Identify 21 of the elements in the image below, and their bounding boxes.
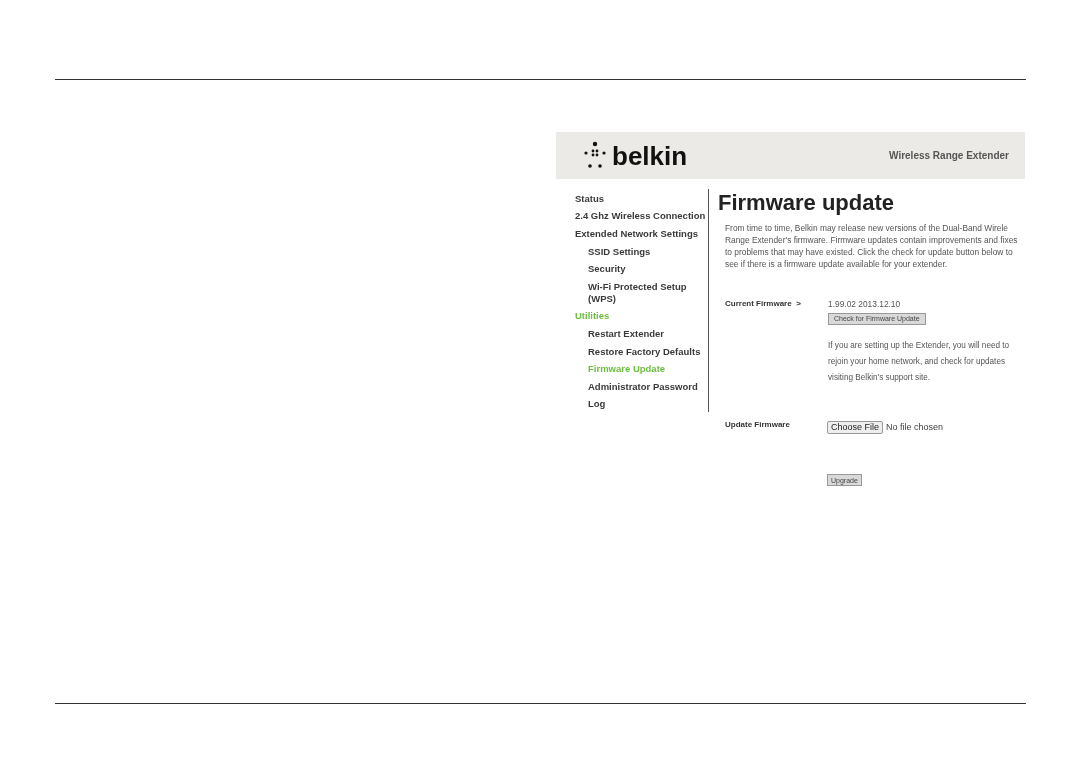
firmware-version: 1.99.02 2013.12.10 — [828, 298, 902, 311]
nav-link[interactable]: Wi-Fi Protected Setup (WPS) — [575, 277, 708, 308]
product-name: Wireless Range Extender — [889, 149, 1009, 163]
intro-text: From time to time, Belkin may release new versions of the Dual-Band Wirele Range Extender's firmware. Firmware updates contain improvements and fixes to problems that may have existed. Click the check for update button below to see if there is a firmware update available for your extender. — [725, 222, 1019, 270]
nav-link[interactable]: SSID Settings — [575, 242, 708, 261]
logo-dots-icon — [584, 140, 606, 171]
current-firmware-label: Current Firmware > — [725, 298, 802, 310]
nav-link[interactable]: 2.4 Ghz Wireless Connection — [575, 207, 708, 226]
nav-link[interactable]: Security — [575, 260, 708, 278]
choose-file-button[interactable]: Choose File — [827, 420, 884, 434]
logo-wordmark: belkin — [612, 142, 688, 169]
nav-link[interactable]: Administrator Password — [575, 377, 708, 396]
page-title: Firmware update — [718, 190, 896, 216]
nav-link[interactable]: Extended Network Settings — [575, 225, 708, 243]
nav-link[interactable]: Status — [575, 190, 708, 208]
note-text: If you are setting up the Extender, you will need to rejoin your home network, and check for updates visiting Belkin's support site. — [828, 339, 1011, 384]
nav-link[interactable]: Log — [575, 395, 708, 414]
file-status: No file chosen — [886, 420, 944, 434]
nav-link[interactable]: Restore Factory Defaults — [575, 342, 708, 361]
update-firmware-label: Update Firmware — [725, 418, 791, 431]
nav-link[interactable]: Restart Extender — [575, 325, 708, 343]
